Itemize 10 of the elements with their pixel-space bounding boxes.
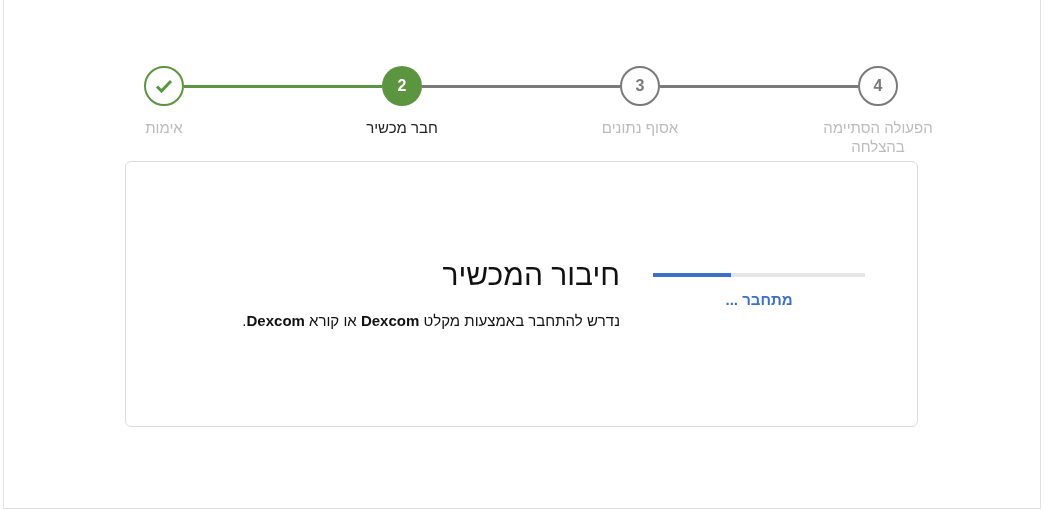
step-number: 4 bbox=[858, 66, 898, 106]
step-number: 2 bbox=[382, 66, 422, 106]
step-number: 3 bbox=[620, 66, 660, 106]
step-label: הפעולה הסתיימה בהצלחה bbox=[822, 118, 934, 157]
status-text: מתחבר ... bbox=[725, 291, 793, 308]
check-icon bbox=[155, 79, 173, 93]
step-label: אימות bbox=[145, 118, 183, 138]
step-label: חבר מכשיר bbox=[366, 118, 438, 138]
card-title: חיבור המכשיר bbox=[441, 258, 620, 292]
step-label: אסוף נתונים bbox=[601, 118, 679, 138]
